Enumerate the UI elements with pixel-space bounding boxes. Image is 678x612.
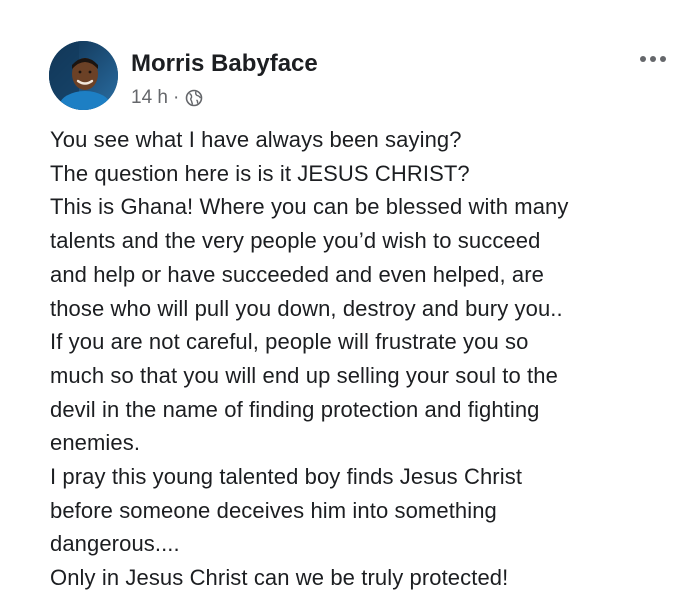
avatar[interactable] (49, 41, 118, 110)
post-text-line: enemies. (50, 430, 141, 456)
author-name[interactable]: Morris Babyface (131, 50, 318, 78)
post-text-line: before someone deceives him into somethi… (50, 497, 497, 523)
globe-icon[interactable] (184, 88, 204, 108)
post-text-line: You see what I have always been saying? (50, 127, 462, 152)
more-options-button[interactable] (636, 46, 670, 72)
post-text-line: The question here is is it JESUS CHRIST? (50, 160, 470, 186)
post-text-line: dangerous.... (50, 531, 180, 557)
post-text-line: much so that you will end up selling you… (50, 362, 558, 388)
post-text-line: and help or have succeeded and even help… (50, 261, 544, 287)
meta-separator: · (172, 87, 180, 108)
post-text-line: talents and the very people you’d wish t… (50, 228, 541, 254)
profile-photo-icon (49, 41, 118, 110)
post-time[interactable]: 14 h (131, 87, 168, 109)
post-text-line: I pray this young talented boy finds Jes… (50, 464, 523, 490)
post-text-line: Only in Jesus Christ can we be truly pro… (50, 565, 509, 591)
post-meta: 14 h · (131, 86, 204, 110)
post-text: You see what I have always been saying? … (50, 123, 670, 595)
post-text-line: devil in the name of finding protection … (50, 396, 540, 422)
ellipsis-icon (640, 56, 666, 62)
post-text-line: If you are not careful, people will frus… (50, 329, 529, 355)
post-text-line: This is Ghana! Where you can be blessed … (50, 194, 569, 220)
post-text-line: those who will pull you down, destroy an… (50, 295, 563, 321)
facebook-post: Morris Babyface 14 h · You see what I ha… (0, 0, 678, 612)
